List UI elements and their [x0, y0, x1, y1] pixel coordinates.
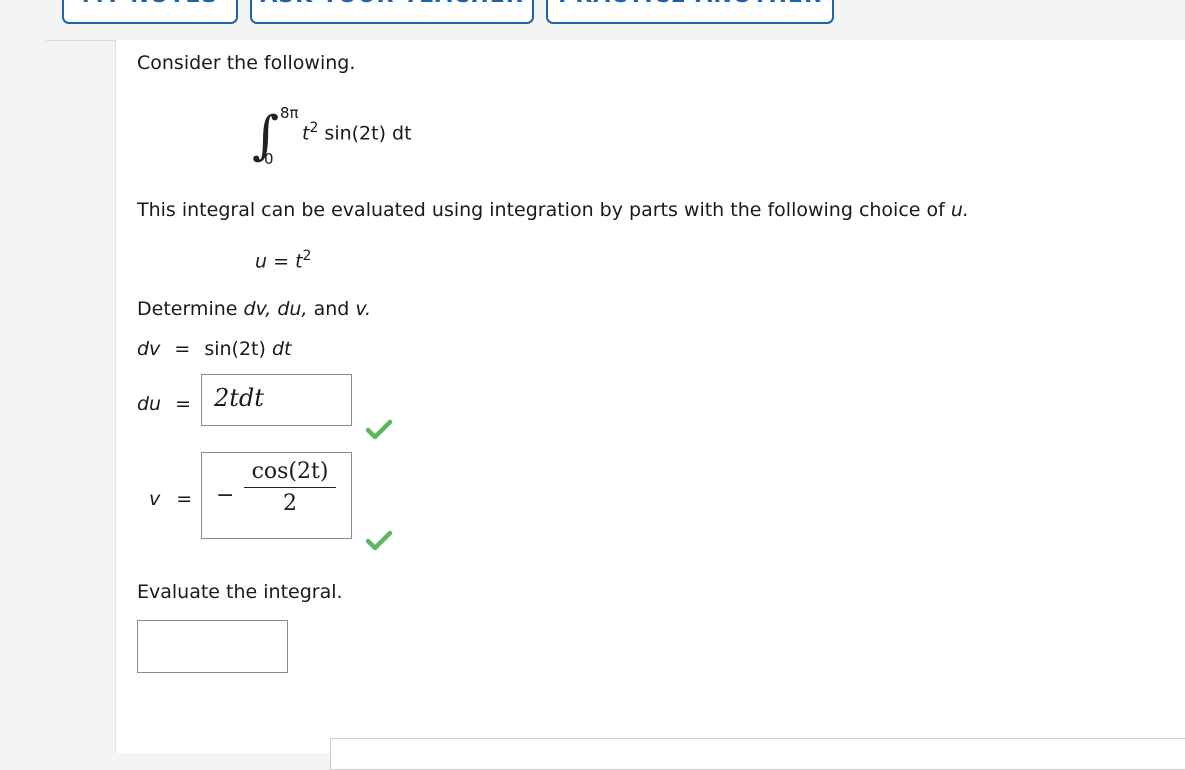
determine-text: Determine dv, du, and v.: [137, 298, 372, 320]
integrand: t2 sin(2t) dt: [302, 120, 412, 145]
integral-expression: ∫ 8π 0 t2 sin(2t) dt: [252, 104, 452, 172]
v-fraction: cos(2t) 2: [244, 459, 336, 516]
dv-line: dv = sin(2t) dt: [137, 338, 292, 360]
fraction-bar: [244, 487, 336, 488]
correct-check-icon: [366, 419, 392, 439]
du-label: du =: [137, 393, 192, 415]
v-numerator: cos(2t): [251, 459, 329, 484]
v-label: v =: [149, 488, 193, 510]
intro-text: Consider the following.: [137, 52, 356, 74]
integral-lower-limit: 0: [264, 150, 274, 168]
v-answer-field[interactable]: − cos(2t) 2: [201, 452, 352, 539]
evaluate-text: Evaluate the integral.: [137, 581, 343, 603]
practice-another-button[interactable]: PRACTICE ANOTHER: [546, 0, 834, 24]
my-notes-button[interactable]: MY NOTES: [62, 0, 238, 24]
du-answer-field[interactable]: 2tdt: [201, 374, 352, 426]
next-part-box: [330, 738, 1185, 770]
u-choice: u = t2: [255, 248, 312, 273]
integral-upper-limit: 8π: [280, 104, 299, 122]
parts-text: This integral can be evaluated using int…: [137, 199, 969, 221]
v-denominator: 2: [283, 491, 297, 516]
evaluate-answer-field[interactable]: [137, 620, 288, 673]
correct-check-icon: [366, 530, 392, 550]
v-sign: −: [216, 483, 235, 508]
ask-your-teacher-button[interactable]: ASK YOUR TEACHER: [250, 0, 534, 24]
